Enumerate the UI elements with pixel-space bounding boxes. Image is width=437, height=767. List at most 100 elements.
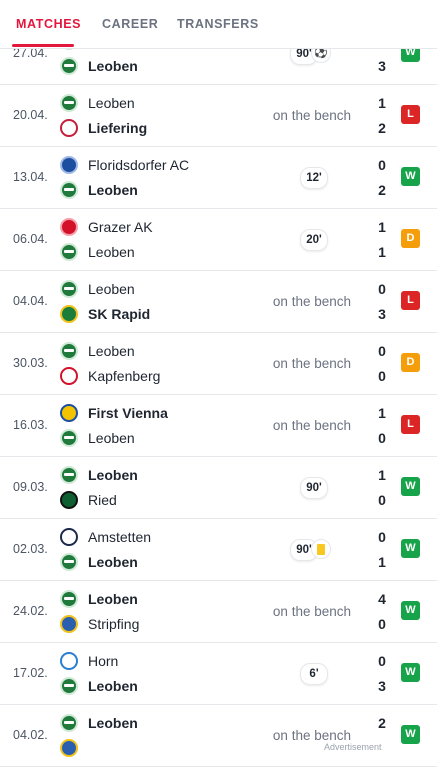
home-team: Leoben <box>60 278 135 300</box>
away-score: 0 <box>378 430 386 446</box>
leoben-crest <box>60 429 78 447</box>
away-team: Ried <box>60 489 117 511</box>
match-row[interactable]: 16.03. First Vienna Leoben on the bench 1 0 L <box>0 395 437 457</box>
advertisement-label: Advertisement <box>322 742 384 752</box>
result-badge: L <box>401 105 420 124</box>
home-score: 4 <box>378 591 386 607</box>
result-badge: W <box>401 477 420 496</box>
home-score: 0 <box>378 343 386 359</box>
away-team: Leoben <box>60 675 138 697</box>
leoben-crest <box>60 243 78 261</box>
tab-career[interactable]: CAREER <box>102 0 158 46</box>
rapid-crest <box>60 305 78 323</box>
away-team: Leoben <box>60 241 135 263</box>
home-team-name: Horn <box>88 653 119 669</box>
vienna-crest <box>60 404 78 422</box>
away-team: Leoben <box>60 551 138 573</box>
away-team-name: Leoben <box>88 678 138 694</box>
away-team-name: Leoben <box>88 430 135 446</box>
match-row[interactable]: 09.03. Leoben Ried 90' 1 0 W <box>0 457 437 519</box>
away-team: Stripfing <box>60 613 139 635</box>
result-badge: W <box>401 725 420 744</box>
away-team: Liefering <box>60 117 147 139</box>
result-badge: L <box>401 291 420 310</box>
active-tab-indicator <box>12 44 74 47</box>
match-date: 20.04. <box>13 108 48 122</box>
match-date: 24.02. <box>13 604 48 618</box>
home-score: 1 <box>378 95 386 111</box>
home-score: 1 <box>378 467 386 483</box>
home-team-name: Leoben <box>88 281 135 297</box>
home-score: 0 <box>378 529 386 545</box>
match-date: 17.02. <box>13 666 48 680</box>
away-team: SK Rapid <box>60 303 150 325</box>
stripfing-crest <box>60 739 78 757</box>
match-row[interactable]: 20.04. Leoben Liefering on the bench 1 2 L <box>0 85 437 147</box>
leoben-crest <box>60 714 78 732</box>
minutes-played-badge: 12' <box>300 167 328 189</box>
away-team: Leoben <box>60 427 135 449</box>
result-badge: L <box>401 415 420 434</box>
home-team-name: Leoben <box>88 343 135 359</box>
kapfenberg-crest <box>60 367 78 385</box>
bench-status: on the bench <box>272 356 351 371</box>
match-row[interactable]: 24.02. Leoben Stripfing on the bench 4 0 W <box>0 581 437 643</box>
away-team-name: Stripfing <box>88 616 140 632</box>
result-badge: D <box>401 229 420 248</box>
match-date: 04.02. <box>13 728 48 742</box>
away-score: 3 <box>378 58 386 74</box>
bench-status: on the bench <box>272 418 351 433</box>
away-score: 2 <box>378 120 386 136</box>
away-team-name: Leoben <box>88 58 138 74</box>
home-team: Leoben <box>60 464 138 486</box>
home-team: First Vienna <box>60 402 168 424</box>
home-team: Amstetten <box>60 526 151 548</box>
liefering-crest <box>60 119 78 137</box>
match-date: 02.03. <box>13 542 48 556</box>
away-score: 1 <box>378 244 386 260</box>
result-badge: W <box>401 663 420 682</box>
away-team: Leoben <box>60 179 138 201</box>
minutes-played-badge: 6' <box>300 663 328 685</box>
match-date: 13.04. <box>13 170 48 184</box>
result-badge: D <box>401 353 420 372</box>
stripfing-crest <box>60 615 78 633</box>
match-row[interactable]: 30.03. Leoben Kapfenberg on the bench 0 0 D <box>0 333 437 395</box>
match-row[interactable]: 13.04. Floridsdorfer AC Leoben 12' 0 2 W <box>0 147 437 209</box>
match-row[interactable]: 17.02. Horn Leoben 6' 0 3 W <box>0 643 437 705</box>
minutes-played-badge: 90' <box>300 477 328 499</box>
home-team: Leoben <box>60 588 138 610</box>
bench-status: on the bench <box>272 294 351 309</box>
away-team-name: Leoben <box>88 554 138 570</box>
match-date: 06.04. <box>13 232 48 246</box>
away-team-name: Leoben <box>88 182 138 198</box>
away-score: 2 <box>378 182 386 198</box>
fac-crest <box>60 156 78 174</box>
home-team-name: Leoben <box>88 715 138 731</box>
amstetten-crest <box>60 528 78 546</box>
home-score: 2 <box>378 715 386 731</box>
away-team-name: Liefering <box>88 120 148 136</box>
match-list: 27.04. Leoben 90' ⚽ 3 W 20.04. Leoben Liefering o… <box>0 23 437 767</box>
match-row[interactable]: 04.02. Leoben on the bench 2 W <box>0 705 437 767</box>
home-score: 0 <box>378 157 386 173</box>
home-team: Grazer AK <box>60 216 153 238</box>
home-team-name: Leoben <box>88 95 135 111</box>
ried-crest <box>60 491 78 509</box>
tab-transfers[interactable]: TRANSFERS <box>177 0 259 46</box>
match-row[interactable]: 06.04. Grazer AK Leoben 20' 1 1 D <box>0 209 437 271</box>
away-score: 0 <box>378 616 386 632</box>
away-score: 3 <box>378 678 386 694</box>
away-score: 3 <box>378 306 386 322</box>
minutes-played-badge: 20' <box>300 229 328 251</box>
home-score: 1 <box>378 219 386 235</box>
horn-crest <box>60 652 78 670</box>
match-date: 30.03. <box>13 356 48 370</box>
match-row[interactable]: 04.04. Leoben SK Rapid on the bench 0 3 L <box>0 271 437 333</box>
home-score: 0 <box>378 653 386 669</box>
match-date: 04.04. <box>13 294 48 308</box>
gak-crest <box>60 218 78 236</box>
tab-matches[interactable]: MATCHES <box>16 0 81 46</box>
tab-bar: MATCHES CAREER TRANSFERS <box>0 0 437 49</box>
match-row[interactable]: 02.03. Amstetten Leoben 90' 0 1 W <box>0 519 437 581</box>
